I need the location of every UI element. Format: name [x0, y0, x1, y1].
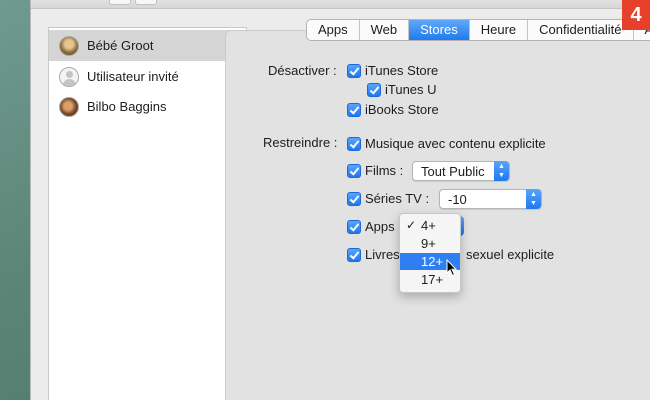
- user-row-bilbo-baggins[interactable]: Bilbo Baggins: [49, 91, 246, 122]
- films-rating-value: Tout Public: [421, 164, 485, 179]
- ibooks-store-checkbox[interactable]: [347, 103, 361, 117]
- menu-item-4plus[interactable]: ✓ 4+: [400, 217, 460, 234]
- films-label: Films :: [365, 163, 404, 178]
- explicit-music-label: Musique avec contenu explicite: [365, 136, 546, 151]
- user-list: Bébé Groot Utilisateur invité Bilbo Bagg…: [48, 27, 247, 400]
- user-name: Bilbo Baggins: [87, 99, 167, 114]
- updown-arrows-icon: ▲ ▼: [526, 189, 541, 209]
- itunes-store-label: iTunes Store: [365, 63, 439, 78]
- apps-rating-menu: ✓ 4+ 9+ 12+ 17+: [399, 213, 461, 293]
- guest-avatar-icon: [59, 66, 79, 87]
- explicit-music-checkbox[interactable]: [347, 137, 361, 151]
- apps-checkbox[interactable]: [347, 220, 361, 234]
- toolbar-forward-button[interactable]: [135, 0, 157, 5]
- tv-rating-value: -10: [448, 192, 467, 207]
- itunes-u-checkbox[interactable]: [367, 83, 381, 97]
- ibooks-store-label: iBooks Store: [365, 102, 439, 117]
- films-rating-popup[interactable]: Tout Public ▲ ▼: [412, 161, 510, 181]
- tv-checkbox[interactable]: [347, 192, 361, 206]
- updown-arrows-icon: ▲ ▼: [494, 161, 509, 181]
- tab-confidentialite[interactable]: Confidentialité: [528, 20, 634, 40]
- itunes-u-label: iTunes U: [385, 82, 437, 97]
- tv-label: Séries TV :: [365, 191, 430, 206]
- step-number-badge: 4: [622, 0, 650, 30]
- disable-section-label: Désactiver :: [268, 63, 337, 78]
- books-label-left: Livres: [365, 247, 400, 262]
- restrict-section-label: Restreindre :: [263, 135, 338, 150]
- avatar: [59, 35, 79, 56]
- user-row-guest[interactable]: Utilisateur invité: [49, 61, 246, 92]
- user-name: Bébé Groot: [87, 38, 154, 53]
- films-checkbox[interactable]: [347, 164, 361, 178]
- title-bar: [31, 0, 650, 9]
- books-checkbox[interactable]: [347, 248, 361, 262]
- tv-rating-popup[interactable]: -10 ▲ ▼: [439, 189, 542, 209]
- tab-heure[interactable]: Heure: [470, 20, 529, 40]
- menu-item-9plus[interactable]: 9+: [400, 235, 460, 252]
- tab-bar: Apps Web Stores Heure Confidentialité A: [306, 19, 650, 41]
- user-name: Utilisateur invité: [87, 69, 179, 84]
- checkmark-icon: ✓: [406, 218, 417, 232]
- user-row-bebe-groot[interactable]: Bébé Groot: [49, 30, 246, 61]
- mouse-pointer-icon: [446, 259, 458, 277]
- toolbar-back-button[interactable]: [109, 0, 131, 5]
- tab-apps[interactable]: Apps: [307, 20, 360, 40]
- tab-stores[interactable]: Stores: [409, 20, 470, 40]
- itunes-store-checkbox[interactable]: [347, 64, 361, 78]
- apps-label: Apps: [365, 219, 395, 234]
- tab-web[interactable]: Web: [360, 20, 410, 40]
- avatar: [59, 96, 79, 117]
- books-label-right: sexuel explicite: [466, 247, 555, 262]
